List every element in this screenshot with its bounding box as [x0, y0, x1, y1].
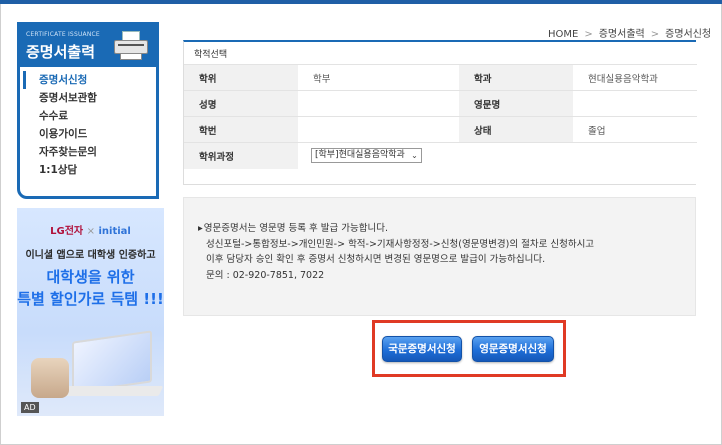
sidebar-subtitle: CERTIFICATE ISSUANCE	[26, 31, 100, 38]
form-section-title: 학적선택	[194, 50, 228, 60]
department-value: 현대실용음악학과	[573, 64, 697, 91]
degree-course-label: 학위과정	[184, 142, 298, 169]
highlight-box: 국문증명서신청 영문증명서신청	[372, 320, 566, 377]
academic-record-table: 학위 학부 학과 현대실용음악학과 성명 영문명 학번 상태 졸업 학위과정 […	[184, 64, 697, 169]
table-row: 성명 영문명	[184, 90, 697, 117]
english-name-label: 영문명	[459, 90, 573, 117]
ad-brands: LG전자 × initial	[50, 226, 131, 237]
notice-contact: 문의 : 02-920-7851, 7022	[206, 269, 325, 281]
printer-icon	[114, 31, 148, 61]
degree-course-selected: [학부]현대실용음악학과	[315, 150, 405, 161]
notice-line: 영문증명서는 영문명 등록 후 발급 가능합니다.	[204, 221, 695, 237]
sidebar-title: 증명서출력	[26, 43, 96, 61]
academic-record-form: 학적선택 학위 학부 학과 현대실용음악학과 성명 영문명 학번 상태 졸업 학…	[183, 40, 697, 185]
breadcrumb-home[interactable]: HOME	[548, 29, 578, 40]
sidebar-item-guide[interactable]: 이용가이드	[23, 125, 156, 143]
notice-line: 성신포털->통합정보->개인민원-> 학적->기재사항정정->신청(영문명변경)…	[206, 238, 595, 250]
laptop-image	[72, 330, 152, 394]
chevron-down-icon: ⌄	[411, 151, 418, 161]
status-value: 졸업	[573, 116, 697, 143]
ad-badge: AD	[21, 402, 39, 413]
breadcrumb: HOME > 증명서출력 > 증명서신청	[548, 25, 711, 40]
initial-logo: initial	[98, 226, 131, 237]
sidebar-header: CERTIFICATE ISSUANCE 증명서출력	[20, 25, 156, 67]
notice-line: 이후 담당자 승인 확인 후 증명서 신청하시면 변경된 영문명으로 발급이 가…	[206, 254, 546, 265]
english-name-value	[573, 90, 697, 117]
table-row: 학위과정 [학부]현대실용음악학과 ⌄	[184, 142, 697, 169]
ad-text-line3: 특별 할인가로 득템 !!!	[17, 290, 164, 308]
english-certificate-button[interactable]: 영문증명서신청	[472, 336, 554, 362]
sidebar-menu: 증명서신청 증명서보관함 수수료 이용가이드 자주찾는문의 1:1상담	[20, 71, 156, 179]
laptop-base-image	[58, 386, 164, 396]
table-row: 학위 학부 학과 현대실용음악학과	[184, 64, 697, 91]
breadcrumb-level1[interactable]: 증명서출력	[599, 29, 645, 40]
student-id-label: 학번	[184, 116, 298, 143]
sidebar-item-fees[interactable]: 수수료	[23, 107, 156, 125]
sidebar: CERTIFICATE ISSUANCE 증명서출력 증명서신청 증명서보관함 …	[17, 22, 159, 199]
department-label: 학과	[459, 64, 573, 91]
ad-text-line1: 이니셜 앱으로 대학생 인증하고	[25, 250, 156, 261]
name-label: 성명	[184, 90, 298, 117]
degree-label: 학위	[184, 64, 298, 91]
breadcrumb-level2[interactable]: 증명서신청	[665, 29, 711, 40]
earbuds-image	[31, 358, 69, 398]
status-label: 상태	[459, 116, 573, 143]
korean-certificate-button[interactable]: 국문증명서신청	[382, 336, 462, 362]
breadcrumb-separator: >	[584, 29, 593, 40]
sidebar-item-faq[interactable]: 자주찾는문의	[23, 143, 156, 161]
sidebar-item-certificate-storage[interactable]: 증명서보관함	[23, 89, 156, 107]
ad-banner[interactable]: LG전자 × initial 이니셜 앱으로 대학생 인증하고 대학생을 위한 …	[17, 208, 164, 416]
degree-value: 학부	[298, 64, 459, 91]
ad-text-line2: 대학생을 위한	[46, 268, 135, 286]
breadcrumb-separator: >	[650, 29, 660, 40]
name-value	[298, 90, 459, 117]
sidebar-item-consultation[interactable]: 1:1상담	[23, 161, 156, 179]
sidebar-item-certificate-request[interactable]: 증명서신청	[23, 71, 156, 89]
degree-course-select[interactable]: [학부]현대실용음악학과 ⌄	[311, 148, 422, 164]
table-row: 학번 상태 졸업	[184, 116, 697, 143]
top-accent-bar	[0, 0, 722, 4]
notice-box: 영문증명서는 영문명 등록 후 발급 가능합니다. 성신포털->통합정보->개인…	[183, 197, 696, 316]
lg-logo: LG전자	[50, 226, 84, 237]
student-id-value	[298, 116, 459, 143]
